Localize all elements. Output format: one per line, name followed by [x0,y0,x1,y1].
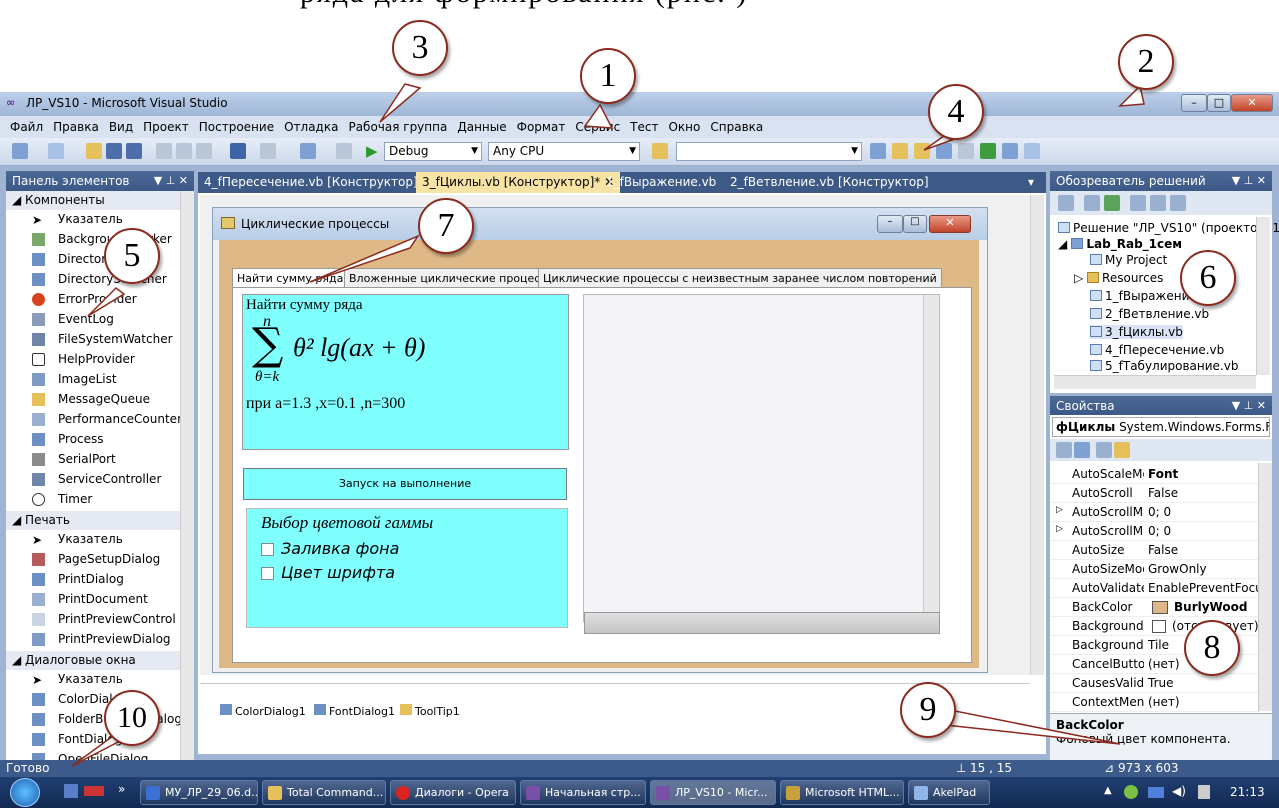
callout-pointer-5 [87,287,126,317]
callout-pointers [71,83,1145,767]
callout-8: 8 [1184,620,1240,676]
callout-6: 6 [1180,250,1236,306]
callout-5: 5 [104,228,160,284]
callout-4: 4 [928,84,984,140]
callout-10: 10 [104,690,160,746]
callout-2: 2 [1118,34,1174,90]
callout-pointer-3 [379,83,422,123]
callout-pointer-7 [309,234,421,283]
callout-3: 3 [392,20,448,76]
callout-pointer-1 [583,103,614,129]
callout-1: 1 [580,48,636,104]
callout-9: 9 [900,682,956,738]
callout-pointer-9 [935,707,1121,745]
callout-7: 7 [418,198,474,254]
